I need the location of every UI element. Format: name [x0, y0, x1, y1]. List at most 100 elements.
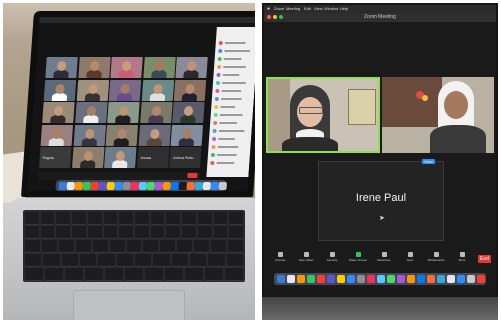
- participant-tile[interactable]: [175, 57, 208, 78]
- keyboard-key[interactable]: [135, 226, 149, 238]
- keyboard-key[interactable]: [190, 254, 207, 266]
- toolbar-button[interactable]: Apps: [398, 252, 422, 266]
- participant-list-item[interactable]: [213, 121, 251, 125]
- keyboard-key[interactable]: [25, 268, 43, 280]
- keyboard-key[interactable]: [213, 212, 228, 224]
- dock-app-icon[interactable]: [377, 275, 385, 283]
- minimize-window-button[interactable]: [273, 15, 277, 19]
- participant-tile[interactable]: [40, 124, 74, 146]
- keyboard-key[interactable]: [166, 212, 181, 224]
- dock-app-icon[interactable]: [297, 275, 305, 283]
- participant-list-item[interactable]: [212, 129, 250, 133]
- apple-icon[interactable]: ●: [267, 6, 270, 12]
- video-tile-sister-left[interactable]: [266, 77, 380, 153]
- keyboard-key[interactable]: [185, 268, 203, 280]
- participant-list-item[interactable]: [218, 41, 255, 45]
- participant-tile[interactable]: [107, 102, 140, 123]
- keyboard-key[interactable]: [119, 212, 133, 224]
- keyboard-key[interactable]: [103, 212, 118, 224]
- keyboard-key[interactable]: [197, 212, 212, 224]
- keyboard-key[interactable]: [229, 226, 243, 238]
- keyboard-key[interactable]: [25, 226, 39, 238]
- keyboard-key[interactable]: [75, 240, 91, 252]
- keyboard-key[interactable]: [150, 212, 165, 224]
- dock-app-icon[interactable]: [277, 275, 285, 283]
- dock-app-icon[interactable]: [287, 275, 295, 283]
- keyboard-key[interactable]: [80, 254, 97, 266]
- menu-view[interactable]: View: [314, 6, 323, 11]
- keyboard-key[interactable]: [87, 212, 102, 224]
- keyboard-key[interactable]: [226, 254, 243, 266]
- toolbar-button[interactable]: Reactions: [372, 252, 396, 266]
- keyboard-key[interactable]: [171, 254, 188, 266]
- participant-tile[interactable]: [141, 79, 174, 101]
- active-speaker-tile[interactable]: Irene Paul ➤: [318, 161, 444, 241]
- menu-zoom[interactable]: Zoom: [274, 6, 284, 11]
- keyboard-key[interactable]: [98, 254, 115, 266]
- keyboard-key[interactable]: [65, 268, 83, 280]
- participant-list-item[interactable]: [217, 57, 255, 61]
- participant-tile[interactable]: [104, 147, 137, 168]
- keyboard-key[interactable]: [166, 226, 181, 238]
- participant-tile[interactable]: [110, 57, 143, 78]
- keyboard-key[interactable]: [103, 226, 118, 238]
- keyboard-key[interactable]: [145, 268, 163, 280]
- keyboard-key[interactable]: [40, 212, 55, 224]
- keyboard-key[interactable]: [150, 226, 165, 238]
- end-meeting-button[interactable]: End: [478, 255, 491, 263]
- menu-edit[interactable]: Edit: [304, 6, 311, 11]
- keyboard-key[interactable]: [125, 268, 143, 280]
- keyboard-key[interactable]: [25, 240, 40, 252]
- dock-app-icon[interactable]: [387, 275, 395, 283]
- participant-tile[interactable]: [142, 57, 176, 78]
- keyboard-key[interactable]: [211, 240, 227, 252]
- keyboard-key[interactable]: [61, 254, 78, 266]
- keyboard-key[interactable]: [72, 212, 86, 224]
- toolbar-button[interactable]: Unmute: [268, 252, 292, 266]
- dock-app-icon[interactable]: [357, 275, 365, 283]
- keyboard-key[interactable]: [225, 268, 243, 280]
- dock-app-icon[interactable]: [337, 275, 345, 283]
- participant-tile[interactable]: [105, 124, 139, 146]
- participant-tile[interactable]: [71, 147, 104, 168]
- participant-tile[interactable]: [170, 124, 204, 146]
- keyboard-key[interactable]: [85, 268, 103, 280]
- participant-tile[interactable]: [74, 102, 108, 123]
- keyboard-key[interactable]: [45, 268, 63, 280]
- participant-list-item[interactable]: [216, 73, 254, 77]
- dock-app-icon[interactable]: [437, 275, 445, 283]
- participant-tile[interactable]: [43, 79, 77, 101]
- video-tile-sister-right[interactable]: [382, 77, 494, 153]
- keyboard-key[interactable]: [165, 268, 183, 280]
- participant-tile[interactable]: [77, 57, 111, 78]
- keyboard-key[interactable]: [116, 254, 133, 266]
- keyboard-key[interactable]: [182, 226, 196, 238]
- dock-app-icon[interactable]: [327, 275, 335, 283]
- participant-tile[interactable]: [42, 102, 75, 123]
- toolbar-button[interactable]: More: [450, 252, 474, 266]
- keyboard-key[interactable]: [43, 254, 60, 266]
- participant-list-item[interactable]: [218, 49, 255, 53]
- participant-list-item[interactable]: [210, 153, 249, 157]
- keyboard-key[interactable]: [135, 254, 152, 266]
- keyboard-key[interactable]: [205, 268, 223, 280]
- dock-app-icon[interactable]: [477, 275, 485, 283]
- keyboard-key[interactable]: [135, 212, 149, 224]
- toolbar-button[interactable]: Share Screen: [346, 252, 370, 266]
- end-meeting-button[interactable]: [187, 173, 198, 178]
- keyboard-key[interactable]: [197, 226, 212, 238]
- participant-tile[interactable]: [138, 124, 171, 146]
- participant-list-item[interactable]: [211, 137, 250, 141]
- keyboard-key[interactable]: [194, 240, 210, 252]
- trackpad[interactable]: [73, 290, 185, 320]
- keyboard-key[interactable]: [229, 212, 243, 224]
- keyboard-key[interactable]: [72, 226, 86, 238]
- dock-app-icon[interactable]: [347, 275, 355, 283]
- dock-app-icon[interactable]: [447, 275, 455, 283]
- dock-app-icon[interactable]: [218, 182, 228, 190]
- participant-list-item[interactable]: [211, 145, 249, 149]
- keyboard-key[interactable]: [213, 226, 228, 238]
- menu-help[interactable]: Help: [340, 6, 348, 11]
- dock-app-icon[interactable]: [427, 275, 435, 283]
- keyboard-key[interactable]: [56, 226, 71, 238]
